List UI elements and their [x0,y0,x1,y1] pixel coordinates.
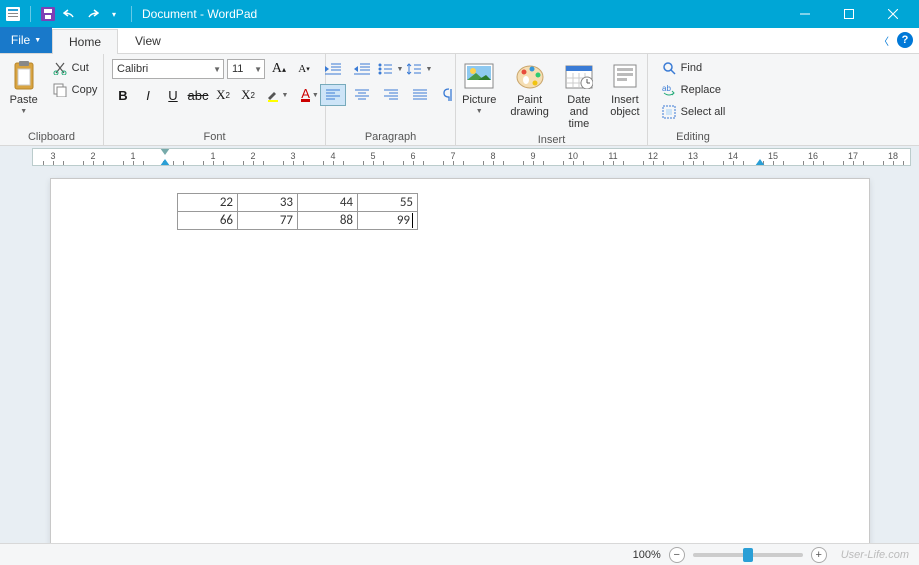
replace-icon: ab [661,82,677,98]
increase-indent-button[interactable] [349,58,375,80]
zoom-in-button[interactable]: + [811,547,827,563]
date-time-button[interactable]: Date and time [559,58,599,132]
underline-button[interactable]: U [162,84,184,106]
quick-access-toolbar: ▾ [4,5,136,23]
ribbon-tabs: File ▼ Home View 〈 ? [0,28,919,54]
highlight-color-button[interactable]: ▼ [262,84,292,106]
copy-icon [52,82,68,98]
find-button[interactable]: Find [659,58,728,78]
window-controls [783,0,915,28]
table-row[interactable]: 66778899 [178,212,418,230]
collapse-ribbon-icon[interactable]: 〈 [879,33,889,48]
highlight-icon [266,88,280,102]
paragraph-group: ▼ ▼ Paragraph [326,54,456,145]
line-spacing-button[interactable]: ▼ [407,58,433,80]
table-cell[interactable]: 99 [358,212,418,230]
align-left-button[interactable] [320,84,346,106]
file-tab[interactable]: File ▼ [0,27,52,53]
table-cell[interactable]: 88 [298,212,358,230]
grow-font-button[interactable]: A▴ [268,58,290,80]
replace-button[interactable]: ab Replace [659,80,728,100]
insert-picture-button[interactable]: Picture▼ [458,58,500,118]
chevron-down-icon: ▼ [282,92,289,99]
calendar-icon [563,60,595,92]
strikethrough-button[interactable]: abc [187,84,209,106]
window-title: Document - WordPad [142,7,257,21]
zoom-slider[interactable] [693,553,803,557]
zoom-out-button[interactable]: − [669,547,685,563]
view-tab[interactable]: View [118,28,178,53]
object-icon [609,60,641,92]
maximize-button[interactable] [827,0,871,28]
right-indent-marker[interactable] [755,159,765,166]
align-right-button[interactable] [378,84,404,106]
cut-button[interactable]: Cut [50,58,100,78]
insert-object-button[interactable]: Insert object [605,58,645,120]
font-name-combo[interactable]: Calibri▼ [112,59,224,79]
font-group: Calibri▼ 11▼ A▴ A▾ B I U abc X2 X2 ▼ A [104,54,326,145]
app-icon [4,5,22,23]
text-cursor [412,213,413,228]
superscript-button[interactable]: X2 [237,84,259,106]
table-cell[interactable]: 66 [178,212,238,230]
bold-button[interactable]: B [112,84,134,106]
hanging-indent-marker[interactable] [160,159,170,166]
bullet-list-button[interactable]: ▼ [378,58,404,80]
document-page[interactable]: 2233445566778899 [50,178,870,543]
save-icon[interactable] [39,5,57,23]
document-table[interactable]: 2233445566778899 [177,193,418,230]
zoom-slider-thumb[interactable] [743,548,753,562]
table-cell[interactable]: 44 [298,194,358,212]
file-tab-label: File [11,33,30,47]
title-bar: ▾ Document - WordPad [0,0,919,28]
qat-dropdown-icon[interactable]: ▾ [105,5,123,23]
ribbon: Paste ▼ Cut Copy Clipboard [0,54,919,146]
watermark-text: User-Life.com [841,549,909,561]
table-cell[interactable]: 22 [178,194,238,212]
decrease-indent-button[interactable] [320,58,346,80]
subscript-button[interactable]: X2 [212,84,234,106]
paste-button[interactable]: Paste ▼ [4,58,44,118]
cut-icon [52,60,68,76]
table-row[interactable]: 22334455 [178,194,418,212]
chevron-down-icon: ▼ [250,65,262,74]
picture-icon [463,60,495,92]
paste-icon [8,60,40,92]
font-size-combo[interactable]: 11▼ [227,59,265,79]
copy-button[interactable]: Copy [50,80,100,100]
find-icon [661,60,677,76]
chevron-down-icon: ▼ [209,65,221,74]
home-tab[interactable]: Home [52,29,118,54]
align-center-button[interactable] [349,84,375,106]
close-button[interactable] [871,0,915,28]
select-all-icon [661,104,677,120]
status-bar: 100% − + User-Life.com [0,543,919,565]
italic-button[interactable]: I [137,84,159,106]
chevron-down-icon: ▼ [34,37,41,44]
first-line-indent-marker[interactable] [160,148,170,155]
table-cell[interactable]: 33 [238,194,298,212]
shrink-font-button[interactable]: A▾ [293,58,315,80]
horizontal-ruler[interactable]: 321123456789101112131415161718 [32,148,911,166]
redo-icon[interactable] [83,5,101,23]
ruler-area: 321123456789101112131415161718 [0,146,919,168]
document-canvas[interactable]: 2233445566778899 [0,168,919,543]
undo-icon[interactable] [61,5,79,23]
svg-text:ab: ab [662,84,671,93]
zoom-percent: 100% [633,549,661,561]
editing-group: Find ab Replace Select all Editing [648,54,738,145]
justify-button[interactable] [407,84,433,106]
minimize-button[interactable] [783,0,827,28]
select-all-button[interactable]: Select all [659,102,728,122]
chevron-down-icon: ▼ [20,108,27,116]
paint-drawing-button[interactable]: Paint drawing [506,58,553,120]
help-icon[interactable]: ? [897,32,913,48]
table-cell[interactable]: 55 [358,194,418,212]
paint-icon [514,60,546,92]
insert-group: Picture▼ Paint drawing Date and time Ins… [456,54,648,145]
clipboard-group: Paste ▼ Cut Copy Clipboard [0,54,104,145]
table-cell[interactable]: 77 [238,212,298,230]
chevron-down-icon: ▼ [312,92,319,99]
